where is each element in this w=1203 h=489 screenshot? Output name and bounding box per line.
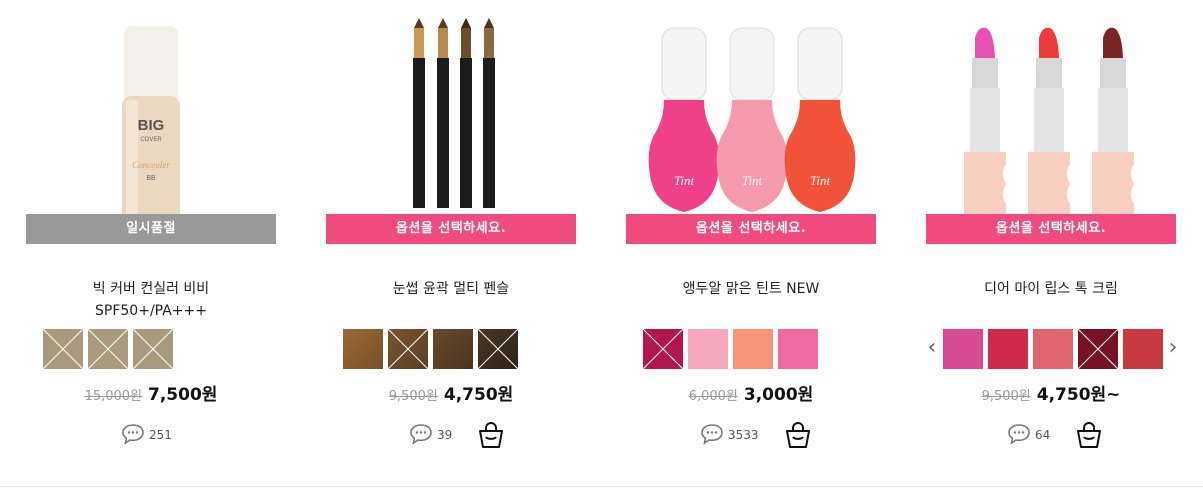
product-name[interactable]: 눈썹 윤곽 멀티 펜슬 [326, 278, 576, 300]
product-name[interactable]: 앵두알 맑은 틴트 NEW [626, 278, 876, 300]
product-name[interactable]: 빅 커버 컨실러 비비 SPF50+/PA+++ [26, 278, 276, 322]
sale-price: 3,000원 [743, 385, 814, 405]
product-image[interactable]: Tint Tint Tint [626, 0, 876, 243]
color-swatch[interactable] [778, 329, 818, 369]
review-link[interactable]: 3533 [700, 423, 759, 448]
svg-text:Tint: Tint [810, 173, 831, 188]
speech-bubble-icon [700, 423, 724, 448]
color-swatch[interactable] [1123, 329, 1163, 369]
color-swatch[interactable] [388, 329, 428, 369]
svg-text:Concealer: Concealer [132, 160, 170, 170]
speech-bubble-icon [121, 423, 145, 448]
product-name-line1[interactable]: 빅 커버 컨실러 비비 [26, 278, 276, 300]
color-swatch[interactable] [433, 329, 473, 369]
shopping-bag-icon[interactable] [476, 420, 506, 450]
price: 9,500원 4,750원~ [926, 380, 1176, 405]
color-swatch[interactable] [88, 329, 128, 369]
svg-text:COVER: COVER [140, 137, 162, 143]
review-count: 64 [1035, 428, 1051, 442]
color-swatch[interactable] [988, 329, 1028, 369]
price: 6,000원 3,000원 [626, 380, 876, 405]
product-meta: 39 [409, 420, 506, 450]
svg-text:BB: BB [146, 175, 156, 182]
product-meta: 251 [121, 420, 172, 450]
color-swatch[interactable] [478, 329, 518, 369]
shopping-bag-icon[interactable] [1074, 420, 1104, 450]
color-swatch[interactable] [688, 329, 728, 369]
svg-text:BIG: BIG [138, 117, 165, 134]
product-image[interactable] [926, 0, 1176, 243]
color-swatch[interactable] [43, 329, 83, 369]
original-price: 6,000원 [688, 389, 738, 404]
color-swatch[interactable] [1078, 329, 1118, 369]
product-meta: 64 [1007, 420, 1104, 450]
product-card-big-cover-bb: BIG COVER Concealer BB 일시품절 빅 커버 컨실러 비비 … [26, 0, 276, 489]
color-swatch[interactable] [643, 329, 683, 369]
svg-text:Tint: Tint [742, 173, 763, 188]
product-image[interactable]: BIG COVER Concealer BB [26, 0, 276, 243]
review-link[interactable]: 39 [409, 423, 452, 448]
swatch-list [43, 329, 173, 369]
swatch-list [343, 329, 518, 369]
product-image[interactable] [326, 0, 576, 243]
product-name-line2[interactable]: SPF50+/PA+++ [26, 300, 276, 322]
option-select-bar[interactable]: 옵션을 선택하세요. [926, 214, 1176, 244]
review-count: 3533 [728, 428, 759, 442]
soldout-bar: 일시품절 [26, 214, 276, 244]
review-count: 251 [149, 428, 172, 442]
chevron-left-icon[interactable]: ‹ [926, 336, 938, 360]
original-price: 9,500원 [981, 389, 1031, 404]
sale-price: 7,500원 [148, 385, 218, 405]
product-card-dear-my-lips: 옵션을 선택하세요. 디어 마이 립스 톡 크림 ‹ › 9,500원 4,750… [926, 0, 1179, 489]
color-swatch[interactable] [343, 329, 383, 369]
price: 9,500원 4,750원 [326, 380, 576, 405]
review-count: 39 [437, 428, 453, 442]
original-price: 9,500원 [388, 389, 438, 404]
color-swatch[interactable] [943, 329, 983, 369]
divider [0, 486, 1203, 487]
sale-price: 4,750원 [443, 385, 514, 405]
product-name[interactable]: 디어 마이 립스 톡 크림 [926, 278, 1176, 300]
speech-bubble-icon [1007, 423, 1031, 448]
swatch-list [643, 329, 818, 369]
chevron-right-icon[interactable]: › [1167, 336, 1179, 360]
color-swatch[interactable] [133, 329, 173, 369]
color-swatch[interactable] [733, 329, 773, 369]
swatch-list [943, 329, 1163, 369]
price: 15,000원 7,500원 [26, 380, 276, 405]
product-meta: 3533 [700, 420, 813, 450]
product-grid: BIG COVER Concealer BB 일시품절 빅 커버 컨실러 비비 … [0, 0, 1203, 489]
svg-text:Tint: Tint [674, 173, 695, 188]
option-select-bar[interactable]: 옵션을 선택하세요. [326, 214, 576, 244]
review-link[interactable]: 251 [121, 423, 172, 448]
shopping-bag-icon[interactable] [783, 420, 813, 450]
sale-price: 4,750원~ [1036, 385, 1121, 405]
option-select-bar[interactable]: 옵션을 선택하세요. [626, 214, 876, 244]
speech-bubble-icon [409, 423, 433, 448]
original-price: 15,000원 [84, 389, 143, 404]
color-swatch[interactable] [1033, 329, 1073, 369]
product-card-cherry-tint: Tint Tint Tint 옵션을 선택하세요. 앵두알 맑은 틴트 NEW … [626, 0, 876, 489]
review-link[interactable]: 64 [1007, 423, 1050, 448]
product-card-brow-pencil: 옵션을 선택하세요. 눈썹 윤곽 멀티 펜슬 9,500원 4,750원 39 [326, 0, 576, 489]
